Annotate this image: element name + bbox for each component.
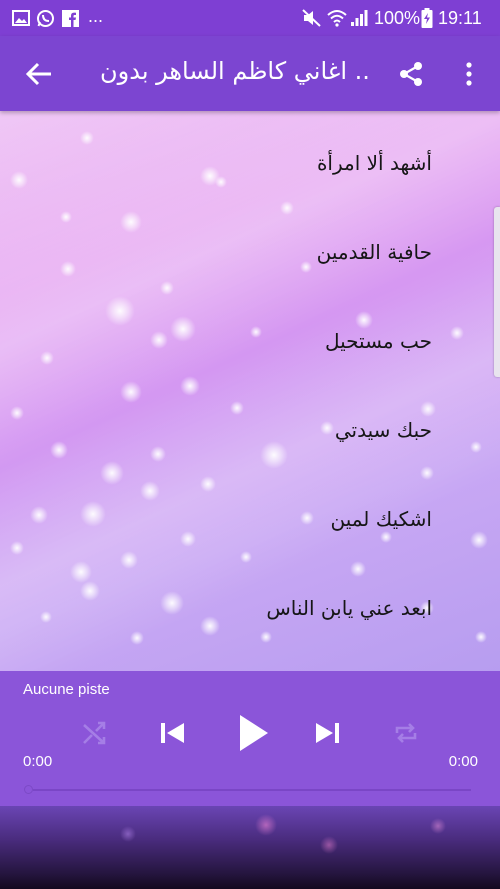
sparkle — [120, 551, 138, 569]
sparkle — [40, 351, 54, 365]
sparkle — [10, 541, 24, 555]
sparkle — [80, 131, 94, 145]
music-player: Aucune piste 0:00 0:00 — [0, 671, 500, 806]
sparkle — [105, 296, 135, 326]
clock: 19:11 — [438, 7, 482, 28]
sparkle — [320, 421, 334, 435]
sparkle — [80, 501, 106, 527]
sparkle — [230, 401, 244, 415]
skip-previous-icon[interactable] — [156, 715, 188, 751]
sparkle — [140, 481, 160, 501]
app-bar: اغاني كاظم الساهر بدون ... — [0, 36, 500, 111]
sparkle — [10, 406, 24, 420]
sparkle — [420, 466, 434, 480]
duration: 0:00 — [448, 753, 478, 770]
whatsapp-icon — [36, 8, 55, 28]
sparkle — [40, 611, 52, 623]
seek-thumb[interactable] — [24, 785, 33, 794]
skip-next-icon[interactable] — [312, 715, 344, 751]
sparkle — [355, 311, 373, 329]
scrollbar[interactable] — [494, 207, 500, 377]
sparkle — [200, 476, 216, 492]
sparkle — [10, 171, 28, 189]
sparkle — [240, 551, 252, 563]
seek-bar[interactable] — [33, 789, 471, 791]
list-item[interactable]: اشكيك لمين — [330, 507, 432, 531]
sparkle — [300, 511, 314, 525]
sparkle — [260, 631, 272, 643]
list-item[interactable]: أشهد ألا امرأة — [317, 151, 432, 175]
mute-icon — [302, 8, 322, 28]
sparkle — [130, 631, 144, 645]
play-icon[interactable] — [233, 712, 273, 754]
current-time: 0:00 — [23, 753, 53, 770]
sparkle — [250, 326, 262, 338]
battery-charging-icon — [421, 8, 433, 28]
list-item[interactable]: حافية القدمين — [317, 240, 432, 264]
sparkle — [380, 531, 392, 543]
sparkle — [160, 591, 184, 615]
sparkle — [30, 506, 48, 524]
more-notifications: ... — [88, 5, 104, 26]
page-title: اغاني كاظم الساهر بدون ... — [100, 57, 370, 85]
sparkle — [280, 201, 294, 215]
sparkle — [170, 316, 196, 342]
more-vert-icon[interactable] — [462, 60, 476, 88]
sparkle — [80, 581, 100, 601]
signal-icon — [350, 8, 368, 28]
sparkle — [180, 531, 196, 547]
list-item[interactable]: حبك سيدتي — [335, 418, 432, 442]
shuffle-icon[interactable] — [80, 715, 110, 751]
sparkle — [150, 446, 166, 462]
sparkle — [475, 631, 487, 643]
sparkle — [350, 561, 366, 577]
sparkle — [450, 326, 464, 340]
sparkle — [300, 261, 312, 273]
sparkle — [470, 441, 482, 453]
sparkle — [200, 616, 220, 636]
wifi-icon — [327, 8, 347, 28]
sparkle — [215, 176, 227, 188]
sparkle — [120, 211, 142, 233]
share-icon[interactable] — [398, 60, 426, 88]
sparkle — [120, 381, 142, 403]
gallery-icon — [12, 8, 30, 28]
list-item[interactable]: ابعد عني يابن الناس — [266, 596, 432, 620]
battery-percent: 100% — [374, 7, 421, 28]
sparkle — [60, 261, 76, 277]
sparkle — [160, 281, 174, 295]
status-bar: ... 100% 19:11 — [0, 0, 500, 36]
bottom-background — [0, 806, 500, 889]
sparkle — [50, 441, 68, 459]
sparkle — [180, 376, 200, 396]
arrow-back-icon[interactable] — [24, 60, 54, 88]
list-item[interactable]: حب مستحيل — [325, 329, 432, 353]
sparkle — [70, 561, 92, 583]
sparkle — [470, 531, 488, 549]
sparkle — [260, 441, 288, 469]
sparkle — [150, 331, 168, 349]
song-list: أشهد ألا امرأة حافية القدمين حب مستحيل ح… — [0, 111, 500, 671]
sparkle — [100, 461, 124, 485]
sparkle — [420, 401, 436, 417]
facebook-icon — [62, 8, 79, 28]
track-title: Aucune piste — [23, 681, 110, 698]
repeat-icon[interactable] — [390, 715, 422, 751]
sparkle — [60, 211, 72, 223]
